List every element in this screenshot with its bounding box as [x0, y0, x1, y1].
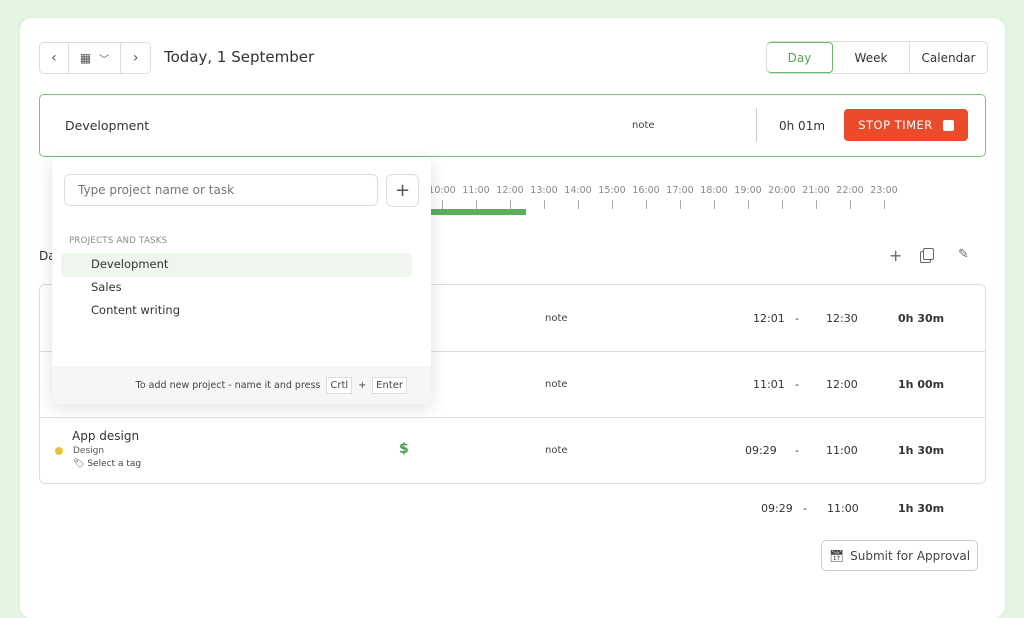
- tab-day[interactable]: Day: [767, 42, 833, 73]
- key-ctrl: Crtl: [326, 376, 353, 394]
- timer-project[interactable]: Development: [65, 118, 149, 133]
- table-row[interactable]: App design Design 🏷︎ Select a tag $ note…: [40, 417, 985, 484]
- timeline-hour-label: 18:00: [700, 185, 728, 196]
- entry-note[interactable]: note: [545, 445, 568, 456]
- date-navigation: ‹ ▦ ﹀ ›: [39, 42, 151, 74]
- timeline-tick: [544, 200, 545, 209]
- stop-timer-label: STOP TIMER: [858, 118, 933, 132]
- next-day-button[interactable]: ›: [121, 43, 150, 73]
- timeline-hour-label: 15:00: [598, 185, 626, 196]
- timeline-tick: [714, 200, 715, 209]
- edit-icon[interactable]: ✎: [958, 247, 969, 262]
- timer-note[interactable]: note: [632, 120, 655, 131]
- hint-text: To add new project - name it and press: [135, 379, 321, 391]
- timeline-tick: [850, 200, 851, 209]
- timeline-tick: [782, 200, 783, 209]
- view-switcher: Day Week Calendar: [766, 41, 988, 74]
- timeline-tick: [884, 200, 885, 209]
- timeline-hour-label: 16:00: [632, 185, 660, 196]
- total-dash: -: [803, 502, 807, 515]
- entry-dash: -: [795, 312, 799, 325]
- tag-label: Select a tag: [87, 459, 142, 469]
- timeline-hour-label: 20:00: [768, 185, 796, 196]
- dropdown-footer: To add new project - name it and press C…: [52, 366, 431, 404]
- section-heading: PROJECTS AND TASKS: [69, 236, 168, 246]
- timeline-tick: [646, 200, 647, 209]
- timeline-hour-label: 14:00: [564, 185, 592, 196]
- prev-day-button[interactable]: ‹: [40, 43, 69, 73]
- calendar-picker-button[interactable]: ▦ ﹀: [69, 43, 122, 73]
- entry-duration: 1h 30m: [898, 444, 945, 457]
- timeline-tick: [578, 200, 579, 209]
- tab-week[interactable]: Week: [833, 42, 909, 73]
- timeline-tick: [680, 200, 681, 209]
- entry-name[interactable]: App design: [72, 429, 139, 443]
- entry-duration: 0h 30m: [898, 312, 945, 325]
- copy-icon[interactable]: [923, 248, 934, 260]
- timeline-tick: [510, 200, 511, 209]
- billable-icon[interactable]: $: [399, 441, 409, 457]
- stop-timer-button[interactable]: STOP TIMER: [844, 109, 968, 141]
- page-title: Today, 1 September: [164, 48, 315, 66]
- entry-project[interactable]: Design: [73, 446, 104, 456]
- entry-note[interactable]: note: [545, 379, 568, 390]
- project-dropdown: + PROJECTS AND TASKS Development Sales C…: [52, 158, 431, 404]
- entry-duration: 1h 00m: [898, 378, 945, 391]
- entry-start[interactable]: 11:01: [753, 378, 785, 391]
- list-item[interactable]: Content writing: [91, 303, 180, 317]
- entry-end[interactable]: 12:00: [826, 378, 858, 391]
- tag-icon: 🏷︎: [73, 459, 85, 469]
- plus-sign: +: [358, 379, 367, 391]
- total-start: 09:29: [761, 502, 793, 515]
- total-duration: 1h 30m: [898, 502, 945, 515]
- total-end: 11:00: [827, 502, 859, 515]
- timeline-hour-label: 10:00: [428, 185, 456, 196]
- timeline-hour-label: 23:00: [870, 185, 898, 196]
- entry-start[interactable]: 12:01: [753, 312, 785, 325]
- submit-label: Submit for Approval: [850, 548, 971, 563]
- timeline-hour-label: 22:00: [836, 185, 864, 196]
- timeline-hour-label: 11:00: [462, 185, 490, 196]
- timeline-hour-label: 19:00: [734, 185, 762, 196]
- timeline-hour-label: 13:00: [530, 185, 558, 196]
- stop-icon: [942, 119, 954, 131]
- timeline-hour-label: 12:00: [496, 185, 524, 196]
- entry-dash: -: [795, 378, 799, 391]
- tab-calendar[interactable]: Calendar: [909, 42, 987, 73]
- submit-approval-button[interactable]: 📅︎ Submit for Approval: [821, 540, 978, 571]
- project-color-dot: [55, 447, 63, 455]
- timeline-tick: [442, 200, 443, 209]
- timer-elapsed: 0h 01m: [779, 119, 826, 133]
- list-item[interactable]: Development: [91, 257, 168, 271]
- timeline-tick: [476, 200, 477, 209]
- key-enter: Enter: [372, 376, 407, 394]
- entry-end[interactable]: 11:00: [826, 444, 858, 457]
- tag-selector[interactable]: 🏷︎ Select a tag: [73, 459, 141, 469]
- entry-end[interactable]: 12:30: [826, 312, 858, 325]
- project-search-input[interactable]: [64, 174, 378, 206]
- timeline-bar: [430, 209, 526, 215]
- calendar-check-icon: 📅︎: [828, 548, 845, 563]
- add-entry-icon[interactable]: +: [889, 246, 902, 265]
- timeline-tick: [816, 200, 817, 209]
- add-project-button[interactable]: +: [386, 174, 419, 207]
- divider: [756, 108, 757, 142]
- timeline-tick: [748, 200, 749, 209]
- entry-start[interactable]: 09:29: [745, 444, 777, 457]
- chevron-down-icon: ﹀: [99, 54, 110, 66]
- list-item[interactable]: Sales: [91, 280, 122, 294]
- entry-note[interactable]: note: [545, 313, 568, 324]
- calendar-icon: ▦: [79, 51, 92, 65]
- timeline-hour-label: 17:00: [666, 185, 694, 196]
- timeline-hour-label: 21:00: [802, 185, 830, 196]
- timeline-tick: [612, 200, 613, 209]
- entry-dash: -: [795, 444, 799, 457]
